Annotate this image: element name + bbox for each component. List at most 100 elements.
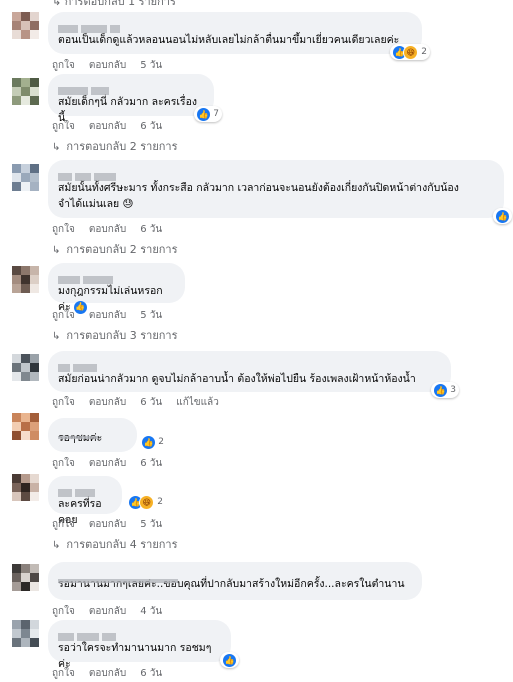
comment-actions: ถูกใจ ตอบกลับ 6 วัน แก้ไขแล้ว [52,395,233,410]
avatar[interactable] [12,474,39,501]
like-button[interactable]: ถูกใจ [52,606,75,617]
edited-label[interactable]: แก้ไขแล้ว [176,397,219,408]
timestamp[interactable]: 4 วัน [140,606,162,617]
commenter-name-redacted[interactable] [58,482,112,497]
commenter-name-redacted[interactable] [58,166,494,181]
avatar[interactable] [12,564,39,591]
reaction-summary[interactable]: 👍 😆 2 [126,494,166,510]
view-replies-label: การตอบกลับ 3 รายการ [66,329,178,342]
like-reaction-icon: 👍 [496,209,509,223]
timestamp[interactable]: 5 วัน [140,60,162,71]
reply-button[interactable]: ตอบกลับ [89,310,126,321]
reaction-count: 2 [421,47,427,57]
comment-actions: ถูกใจ ตอบกลับ 6 วัน [52,456,176,471]
comment-text: สมัยก่อนน่ากลัวมาก ดูจบไม่กล้าอาบน้ำ ต้อ… [58,373,416,385]
avatar[interactable] [12,12,39,39]
comment-actions: ถูกใจ ตอบกลับ 6 วัน [52,666,176,681]
avatar[interactable] [12,266,39,293]
reply-arrow-icon: ↳ [52,245,61,256]
timestamp[interactable]: 5 วัน [140,519,162,530]
commenter-name-redacted[interactable] [58,626,221,641]
comment-actions: ถูกใจ ตอบกลับ 5 วัน [52,308,176,323]
like-reaction-icon: 👍 [434,383,448,397]
timestamp[interactable]: 5 วัน [140,310,162,321]
comment-bubble: ละครที่รอคอย 👍 😆 2 [48,476,163,526]
timestamp[interactable]: 6 วัน [140,121,162,132]
comment-bubble: ตอนเป็นเด็กดูแล้วหลอนนอนไม่หลับเลยไม่กล้… [48,12,430,60]
reaction-summary[interactable]: 👍 2 [139,434,167,450]
like-button[interactable]: ถูกใจ [52,519,75,530]
commenter-name-redacted[interactable] [58,80,204,95]
comment-bubble: มงกุฎกรรมไม่เล่นหรอกค่ะ 👍 [48,263,185,314]
haha-reaction-icon: 😆 [139,494,155,510]
comment-actions: ถูกใจ ตอบกลับ 5 วัน [52,517,176,532]
comment-bubble: สมัยก่อนน่ากลัวมาก ดูจบไม่กล้าอาบน้ำ ต้อ… [48,351,459,398]
avatar[interactable] [12,354,39,381]
view-replies-link[interactable]: ↳ การตอบกลับ 2 รายการ [52,240,178,258]
reply-button[interactable]: ตอบกลับ [89,224,126,235]
comment-bubble: สมัยเด็กๆนี่ กลัวมาก ละครเรื่องนี้ 👍 7 [48,74,222,124]
commenter-name-redacted[interactable] [58,424,127,439]
reply-button[interactable]: ตอบกลับ [89,60,126,71]
reply-button[interactable]: ตอบกลับ [89,121,126,132]
view-replies-link[interactable]: ↳ การตอบกลับ 4 รายการ [52,535,178,553]
commenter-name-redacted[interactable] [58,357,441,372]
like-reaction-icon: 👍 [197,107,211,121]
comment-actions: ถูกใจ ตอบกลับ 4 วัน [52,604,176,619]
like-reaction-icon: 👍 [223,653,236,667]
reply-button[interactable]: ตอบกลับ [89,397,126,408]
reaction-summary[interactable]: 👍 [493,208,512,224]
reply-arrow-icon: ↳ [52,540,61,551]
view-replies-label: การตอบกลับ 1 รายการ [64,0,176,8]
avatar[interactable] [12,620,39,647]
reaction-count: 3 [450,385,456,395]
comment-bubble: รอมานานมากๆเลยค่ะ..ขอบคุณที่ปากลับมาสร้า… [48,562,422,600]
reply-arrow-icon: ↳ [52,331,61,342]
like-button[interactable]: ถูกใจ [52,224,75,235]
reply-arrow-icon: ↳ [52,0,62,8]
like-button[interactable]: ถูกใจ [52,458,75,469]
reaction-summary[interactable]: 👍 😆 2 [390,44,430,60]
like-button[interactable]: ถูกใจ [52,668,75,679]
haha-reaction-icon: 😆 [403,44,419,60]
comment-bubble: สมัยนั้นทั้งศรีษะมาร ทั้งกระสือ กลัวมาก … [48,160,512,224]
timestamp[interactable]: 6 วัน [140,668,162,679]
timestamp[interactable]: 6 วัน [140,397,162,408]
commenter-name-redacted[interactable] [58,568,412,583]
comment-text: ตอนเป็นเด็กดูแล้วหลอนนอนไม่หลับเลยไม่กล้… [58,34,400,46]
like-button[interactable]: ถูกใจ [52,121,75,132]
avatar[interactable] [12,413,39,440]
commenter-name-redacted[interactable] [58,269,175,284]
view-replies-label: การตอบกลับ 2 รายการ [66,243,178,256]
view-replies-link[interactable]: ↳ การตอบกลับ 3 รายการ [52,326,178,344]
reaction-count: 2 [157,497,163,507]
commenter-name-redacted[interactable] [58,18,412,33]
reply-button[interactable]: ตอบกลับ [89,519,126,530]
view-replies-link-top[interactable]: ↳ การตอบกลับ 1 รายการ [52,0,176,10]
reaction-count: 2 [158,437,164,447]
avatar[interactable] [12,164,39,191]
comment-actions: ถูกใจ ตอบกลับ 6 วัน [52,222,176,237]
reply-button[interactable]: ตอบกลับ [89,606,126,617]
timestamp[interactable]: 6 วัน [140,458,162,469]
reaction-summary[interactable]: 👍 [220,652,239,668]
reply-button[interactable]: ตอบกลับ [89,668,126,679]
view-replies-label: การตอบกลับ 2 รายการ [66,140,178,153]
like-button[interactable]: ถูกใจ [52,397,75,408]
comment-text: สมัยนั้นทั้งศรีษะมาร ทั้งกระสือ กลัวมาก … [58,182,459,210]
like-button[interactable]: ถูกใจ [52,60,75,71]
reply-button[interactable]: ตอบกลับ [89,458,126,469]
timestamp[interactable]: 6 วัน [140,224,162,235]
comment-bubble: รอว่าใครจะทำมานานมาก รอชมๆค่ะ 👍 [48,620,239,670]
reaction-count: 7 [213,109,219,119]
reaction-summary[interactable]: 👍 3 [431,382,459,398]
reply-arrow-icon: ↳ [52,142,61,153]
comment-bubble: รอๆชมค่ะ 👍2 [48,418,164,452]
like-reaction-icon: 👍 [142,435,156,449]
reaction-summary[interactable]: 👍 7 [194,106,222,122]
view-replies-label: การตอบกลับ 4 รายการ [66,538,178,551]
comment-actions: ถูกใจ ตอบกลับ 5 วัน [52,58,176,73]
view-replies-link[interactable]: ↳ การตอบกลับ 2 รายการ [52,137,178,155]
avatar[interactable] [12,78,39,105]
like-button[interactable]: ถูกใจ [52,310,75,321]
